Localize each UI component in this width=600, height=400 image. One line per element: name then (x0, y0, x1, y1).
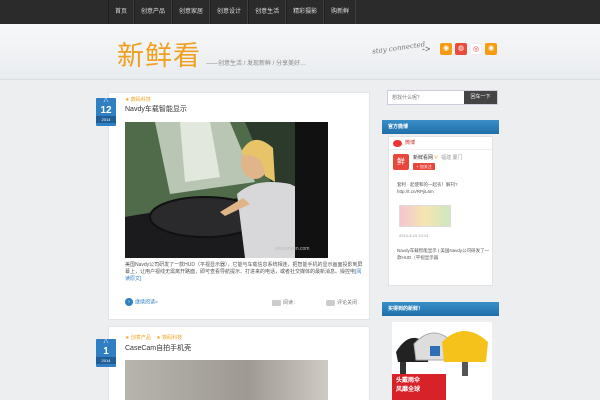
nav-item[interactable]: 精彩摄影 (286, 0, 325, 24)
read-count: 阅读： (272, 299, 298, 306)
weibo-widget: 微博 鲜 新鲜看网 V 福建 厦门 + 加关注 套利 · 起使和的一起农！解刊?… (388, 136, 493, 286)
weibo-post-text: 套利 · 起使和的一起农！解刊? http://t.cn/RPjiL6m (397, 182, 458, 194)
date-day: 1 (103, 346, 109, 357)
weibo-logo-icon (393, 140, 402, 147)
date-year: 2014 (96, 357, 116, 364)
nav-item[interactable]: 创意产品 (134, 0, 173, 24)
read-more-label: 继续阅读» (135, 299, 158, 306)
site-header: 新鲜看 ——创意生活 / 发现新鲜 / 分享美好… stay connected… (0, 24, 600, 80)
verified-icon: V (434, 155, 438, 161)
weibo-name: 新鲜看网 (413, 155, 434, 161)
date-month: 八 (103, 339, 109, 345)
nav-item[interactable]: 购新鲜 (324, 0, 357, 24)
weibo-account[interactable]: 新鲜看网 V 福建 厦门 (413, 154, 463, 161)
site-logo[interactable]: 新鲜看 (117, 34, 201, 73)
comment-status: 评论关闭 (326, 299, 357, 306)
follow-button[interactable]: + 加关注 (413, 163, 435, 170)
post-title[interactable]: Navdy车载智能显示 (125, 104, 187, 114)
eye-icon (272, 299, 281, 306)
category-label: 数码科技 (130, 97, 151, 103)
star-icon: ★ (125, 335, 130, 341)
post-category[interactable]: ★ 数码科技 (125, 96, 151, 103)
star-icon: ★ (125, 97, 130, 103)
date-month: 八 (103, 98, 109, 104)
date-day: 12 (100, 105, 112, 116)
excerpt-text: 美国Navdy公司研发了一款HUD（平视显示器），它能与车载信息系统相连，把智能… (125, 262, 363, 275)
post-title[interactable]: CaseCam自拍手机壳 (125, 343, 191, 353)
weibo-post-image[interactable] (399, 205, 451, 227)
avatar[interactable]: 鲜 (393, 154, 409, 170)
read-label: 阅读： (283, 300, 299, 306)
shop-ad-image[interactable]: 头戴雨伞 风靡全球 (392, 322, 492, 400)
date-badge: 八 12 2014 (96, 98, 116, 126)
arrow-right-icon: › (125, 298, 133, 306)
weibo-post-text: Navdy车载智能显示 | 美国Navdy公司研发了一款HUD（平视显示器 (397, 248, 490, 260)
nav-item[interactable]: 创意设计 (210, 0, 249, 24)
comment-icon (326, 299, 335, 306)
weibo-widget-title: 官方微博 (382, 120, 499, 134)
shop-ad-text: 头戴雨伞 风靡全球 (396, 377, 420, 395)
weibo-brand: 微博 (389, 137, 492, 150)
post-image[interactable]: xinxianken.com (125, 122, 328, 258)
nav-item[interactable]: 首页 (108, 0, 135, 24)
category-label[interactable]: 创意产品 (131, 335, 151, 341)
svg-text:xinxianken.com: xinxianken.com (275, 246, 309, 252)
post-excerpt: 美国Navdy公司研发了一款HUD（平视显示器），它能与车载信息系统相连，把智能… (125, 262, 365, 283)
date-year: 2014 (96, 116, 116, 123)
shop-ad-line: 头戴雨伞 (396, 378, 421, 384)
date-badge: 八 1 2014 (96, 339, 116, 367)
tencent-weibo-icon[interactable]: ◍ (455, 43, 467, 55)
comment-label: 评论关闭 (337, 300, 358, 306)
read-more-link[interactable]: › 继续阅读» (125, 298, 158, 306)
weibo-post-time: 2014-8-15 10:14 (399, 233, 429, 238)
search-box: 回车一下 (387, 90, 498, 105)
post-image[interactable] (125, 360, 328, 400)
top-nav: 首页 创意产品 创意家居 创意设计 创意生活 精彩摄影 购新鲜 (0, 0, 600, 24)
site-slogan: ——创意生活 / 发现新鲜 / 分享美好… (206, 61, 307, 67)
search-button[interactable]: 回车一下 (464, 91, 497, 104)
shop-widget-title: 买得到的新鲜！ (382, 302, 499, 316)
arrow-icon: -> (422, 44, 431, 54)
post-categories: ★ 创意产品 ★ 数码科技 (125, 334, 182, 341)
nav-list: 首页 创意产品 创意家居 创意设计 创意生活 精彩摄影 购新鲜 (108, 0, 357, 24)
category-label[interactable]: 数码科技 (162, 335, 182, 341)
sina-weibo-icon[interactable]: ◎ (470, 43, 482, 55)
shop-ad-line: 风靡全球 (396, 387, 421, 393)
star-icon: ★ (156, 335, 161, 341)
rss-feed-icon[interactable]: ◉ (485, 43, 497, 55)
nav-item[interactable]: 创意家居 (172, 0, 211, 24)
nav-item[interactable]: 创意生活 (248, 0, 287, 24)
stay-connected-text: stay connected (371, 40, 426, 56)
rss-icon[interactable]: ◉ (440, 43, 452, 55)
search-input[interactable] (388, 91, 464, 104)
weibo-location: 福建 厦门 (441, 155, 463, 161)
weibo-brand-label: 微博 (405, 140, 416, 146)
